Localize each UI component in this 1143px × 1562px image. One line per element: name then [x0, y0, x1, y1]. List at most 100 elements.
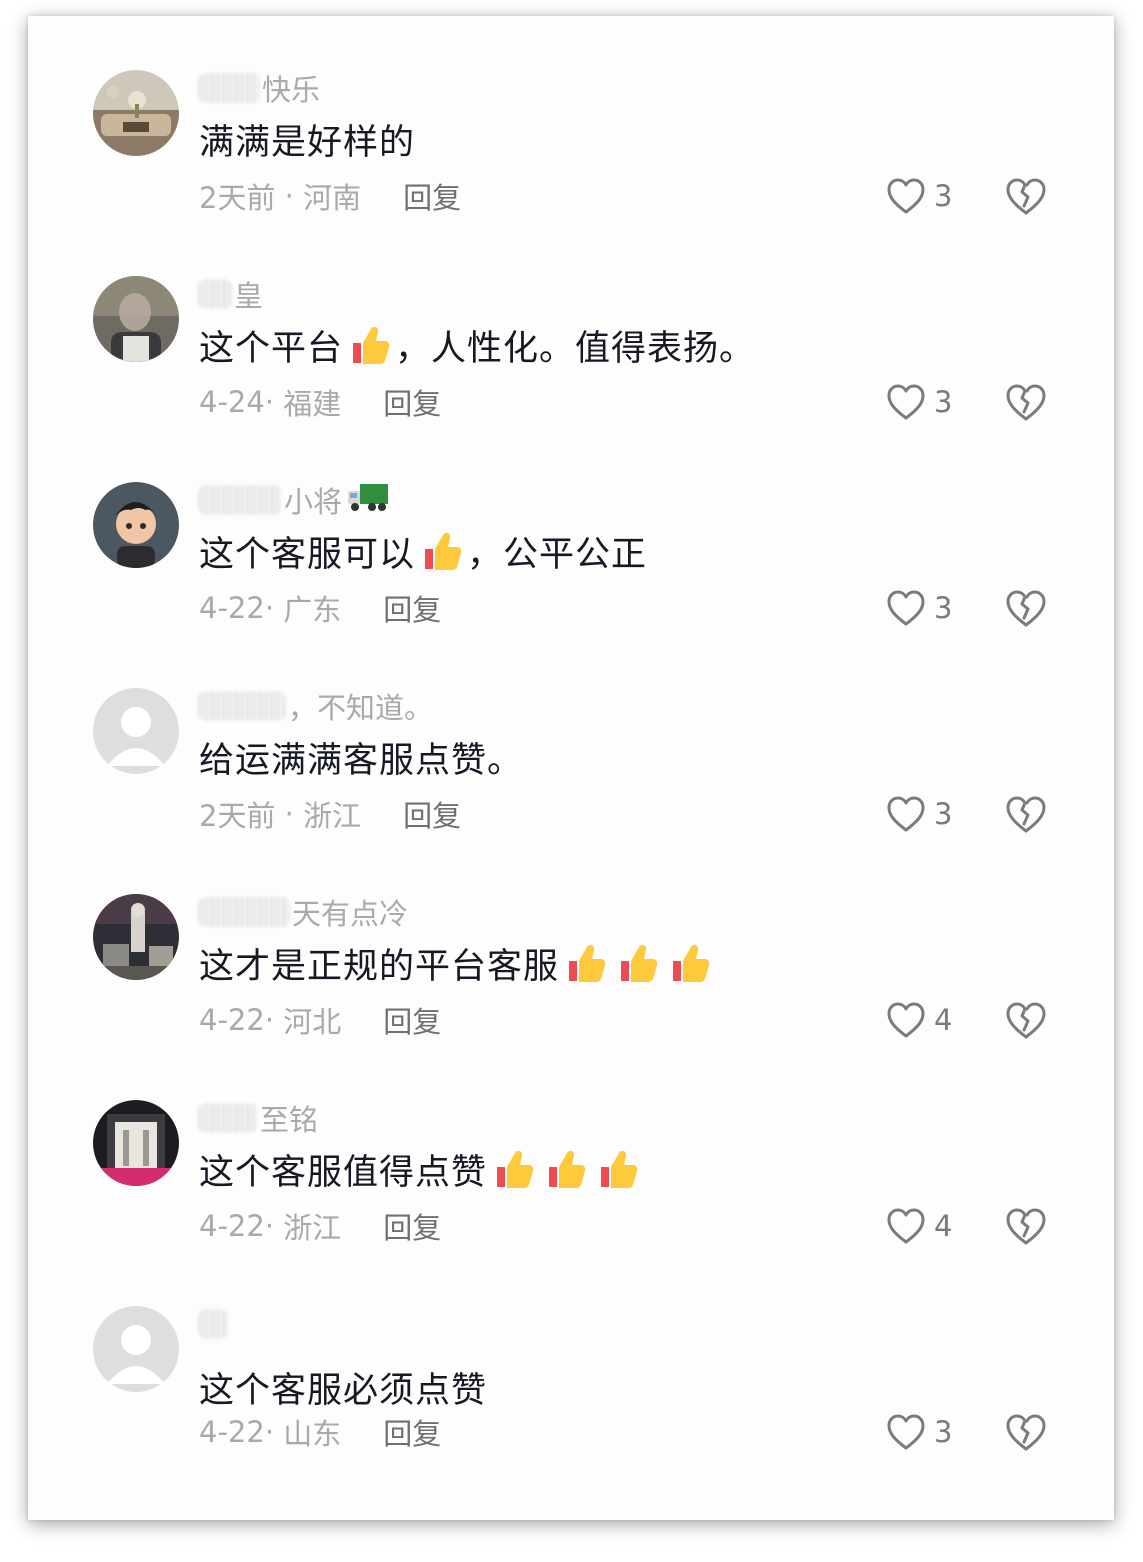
comment-item: 天有点冷 这才是正规的平台客服 4-22 · 河北 回复 4 [28, 894, 1114, 1100]
reply-button[interactable]: 回复 [403, 793, 461, 835]
reply-button[interactable]: 回复 [383, 381, 441, 423]
comment-body: 这个客服必须点赞 [199, 1370, 488, 1411]
comment-date: 4-22 [199, 591, 265, 625]
username[interactable]: 皇 [198, 276, 263, 313]
comment-text: 给运满满客服点赞。 [199, 732, 523, 782]
thumbs-up-emoji-icon [563, 941, 607, 985]
comment-body: 这才是正规的平台客服 [199, 946, 560, 987]
meta-separator: · [264, 1003, 284, 1037]
meta-separator: · [264, 1415, 284, 1449]
comment-body: 满满是好样的 [199, 122, 416, 163]
blurred-name [198, 485, 282, 515]
comment-date: 2天前 [199, 181, 276, 215]
heart-icon [886, 1001, 926, 1039]
comment-meta: 4-22 · 山东 回复 [199, 1410, 441, 1454]
username-text: 至铭 [260, 1103, 319, 1137]
username[interactable]: 快乐 [198, 70, 321, 107]
comment-date: 2天前 [199, 799, 276, 833]
like-count: 3 [934, 1415, 953, 1449]
comment-item: ，不知道。 给运满满客服点赞。 2天前 · 浙江 回复 3 [28, 688, 1114, 894]
meta-separator: · [275, 797, 304, 831]
like-button[interactable]: 3 [886, 792, 952, 836]
comment-item: 至铭 这个客服值得点赞 4-22 · 浙江 回复 4 [28, 1100, 1114, 1306]
reply-button[interactable]: 回复 [383, 587, 441, 629]
comment-item: 小将 这个客服可以 ，公平公正 4-22 · 广东 回复 3 [28, 482, 1114, 688]
comment-body: 这个客服可以 [199, 534, 416, 575]
reply-button[interactable]: 回复 [383, 1411, 441, 1453]
thumbs-up-emoji-icon [419, 529, 463, 573]
comment-location: 浙江 [303, 799, 362, 833]
broken-heart-icon[interactable] [1004, 588, 1048, 628]
comment-location: 福建 [283, 387, 342, 421]
comment-text: 这个客服值得点赞 [199, 1144, 643, 1194]
username[interactable]: 至铭 [198, 1100, 319, 1137]
thumbs-up-emoji-icon [595, 1147, 639, 1191]
blurred-name [198, 73, 260, 103]
like-button[interactable]: 3 [886, 380, 952, 424]
like-count: 3 [934, 797, 953, 831]
like-button[interactable]: 4 [886, 1204, 952, 1248]
heart-icon [886, 589, 926, 627]
username[interactable]: ，不知道。 [198, 688, 433, 725]
username-text: 快乐 [262, 73, 321, 107]
broken-heart-icon[interactable] [1004, 1206, 1048, 1246]
thumbs-up-emoji-icon [347, 323, 391, 367]
reply-button[interactable]: 回复 [383, 999, 441, 1041]
reply-button[interactable]: 回复 [383, 1205, 441, 1247]
avatar[interactable] [93, 70, 179, 156]
username[interactable]: 小将 [198, 481, 390, 520]
comment-location: 广东 [283, 593, 342, 627]
like-button[interactable]: 3 [886, 174, 952, 218]
username[interactable]: 天有点冷 [198, 894, 408, 931]
avatar[interactable] [93, 1306, 179, 1392]
comment-body: 给运满满客服点赞。 [199, 740, 524, 781]
avatar[interactable] [93, 1100, 179, 1186]
like-button[interactable]: 3 [886, 586, 952, 630]
comment-location: 山东 [283, 1417, 342, 1451]
heart-icon [886, 383, 926, 421]
broken-heart-icon[interactable] [1004, 176, 1048, 216]
comment-list: 快乐 满满是好样的 2天前 · 河南 回复 3 皇 这个平台 ，人性化。值得表扬… [28, 16, 1114, 1520]
comment-meta: 4-22 · 河北 回复 [199, 998, 441, 1042]
broken-heart-icon[interactable] [1004, 794, 1048, 834]
like-button[interactable]: 4 [886, 998, 952, 1042]
comment-location: 河北 [283, 1005, 342, 1039]
avatar[interactable] [93, 894, 179, 980]
comment-text: 这个平台 ，人性化。值得表扬。 [199, 320, 755, 370]
comment-item: 这个客服必须点赞 4-22 · 山东 回复 3 [28, 1306, 1114, 1512]
blurred-name [198, 897, 290, 927]
avatar[interactable] [93, 688, 179, 774]
comment-body: 这个客服值得点赞 [199, 1152, 488, 1193]
like-count: 4 [934, 1209, 953, 1243]
blurred-name [198, 1103, 258, 1133]
avatar[interactable] [93, 276, 179, 362]
like-count: 3 [934, 591, 953, 625]
meta-separator: · [264, 385, 284, 419]
thumbs-up-emoji-icon [615, 941, 659, 985]
thumbs-up-emoji-icon [543, 1147, 587, 1191]
comment-body: 这个平台 [199, 328, 344, 369]
blurred-name [198, 691, 286, 721]
username[interactable] [198, 1306, 230, 1342]
comment-text: 这才是正规的平台客服 [199, 938, 715, 988]
comment-body-suffix: ，人性化。值得表扬。 [395, 328, 756, 369]
comment-item: 快乐 满满是好样的 2天前 · 河南 回复 3 [28, 70, 1114, 276]
reply-button[interactable]: 回复 [403, 175, 461, 217]
truck-icon [346, 481, 390, 520]
heart-icon [886, 1413, 926, 1451]
broken-heart-icon[interactable] [1004, 1000, 1048, 1040]
comment-body-suffix: ，公平公正 [467, 534, 648, 575]
like-count: 3 [934, 179, 953, 213]
comment-location: 浙江 [283, 1211, 342, 1245]
comment-date: 4-22 [199, 1003, 265, 1037]
like-button[interactable]: 3 [886, 1410, 952, 1454]
broken-heart-icon[interactable] [1004, 382, 1048, 422]
broken-heart-icon[interactable] [1004, 1412, 1048, 1452]
avatar[interactable] [93, 482, 179, 568]
comment-meta: 4-24 · 福建 回复 [199, 380, 441, 424]
comment-date: 4-24 [199, 385, 265, 419]
like-count: 3 [934, 385, 953, 419]
heart-icon [886, 177, 926, 215]
thumbs-up-emoji-icon [491, 1147, 535, 1191]
comment-meta: 2天前 · 河南 回复 [199, 174, 461, 218]
